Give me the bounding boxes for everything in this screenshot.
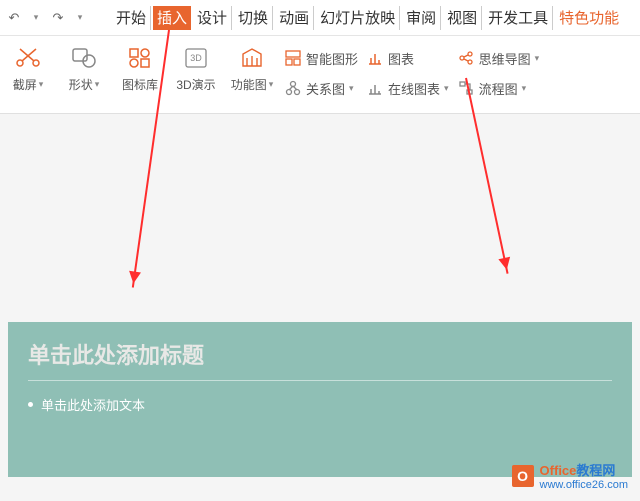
online-chart-button[interactable]: 在线图表 ▾ [366,76,449,100]
button-label: 图表 [388,49,414,68]
tab-design[interactable]: 设计 [193,6,232,30]
button-label: 图标库 [122,76,158,93]
shapes-button[interactable]: 形状▾ [60,44,108,93]
tab-label: 审阅 [406,7,436,28]
bullet-icon [28,402,33,407]
tab-label: 开始 [116,7,146,28]
undo-button[interactable]: ↶ [4,8,24,28]
slide-preview[interactable]: 单击此处添加标题 单击此处添加文本 [8,322,632,477]
grid-icon [124,44,156,72]
cube-3d-icon: 3D [180,44,212,72]
tab-animation[interactable]: 动画 [275,6,314,30]
tab-developer[interactable]: 开发工具 [484,6,553,30]
building-icon [236,44,268,72]
nodes-icon [284,79,302,97]
bar-chart-icon [366,49,384,67]
watermark-text: Office教程网 www.office26.com [540,460,628,491]
demo3d-button[interactable]: 3D 3D演示 [172,44,220,93]
tab-label: 切换 [238,7,268,28]
button-label: 智能图形 [306,49,358,68]
chevron-down-icon: ▾ [522,83,527,94]
watermark: O Office教程网 www.office26.com [512,460,628,491]
relation-chart-button[interactable]: 关系图 ▾ [284,76,358,100]
body-placeholder[interactable]: 单击此处添加文本 [28,395,612,414]
tab-view[interactable]: 视图 [443,6,482,30]
hierarchy-icon [284,49,302,67]
bar-chart-icon [366,79,384,97]
button-label: 在线图表 [388,79,440,98]
tab-review[interactable]: 审阅 [402,6,441,30]
button-label: 截屏 [13,76,37,93]
button-label: 流程图 [479,79,518,98]
chevron-down-icon: ▾ [39,79,44,90]
tab-label: 动画 [279,7,309,28]
tab-special[interactable]: 特色功能 [555,6,623,30]
undo-dropdown[interactable]: ▾ [26,8,46,28]
button-label: 形状 [69,76,93,93]
tab-label: 视图 [447,7,477,28]
button-label: 功能图 [231,76,267,93]
slide-workspace: 单击此处添加标题 单击此处添加文本 [0,114,640,501]
tab-slideshow[interactable]: 幻灯片放映 [316,6,400,30]
shapes-icon [68,44,100,72]
body-text: 单击此处添加文本 [41,395,145,414]
button-label: 关系图 [306,79,345,98]
tab-label: 幻灯片放映 [320,7,395,28]
title-placeholder[interactable]: 单击此处添加标题 [28,338,612,381]
mind-map-button[interactable]: 思维导图 ▾ [457,46,540,70]
svg-text:3D: 3D [190,53,202,63]
screenshot-button[interactable]: 截屏▾ [4,44,52,93]
tab-label: 开发工具 [488,7,548,28]
chevron-down-icon: ▾ [95,79,100,90]
icon-library-button[interactable]: 图标库 [116,44,164,93]
chevron-down-icon: ▾ [269,79,274,90]
tab-start[interactable]: 开始 [112,6,151,30]
scissors-icon [12,44,44,72]
button-label: 思维导图 [479,49,531,68]
tab-insert[interactable]: 插入 [153,6,191,30]
tab-label: 插入 [157,7,187,28]
ribbon: 截屏▾ 形状▾ 图标库 3D 3D演示 [0,36,640,114]
office-logo-icon: O [512,465,534,487]
redo-dropdown[interactable]: ▾ [70,8,90,28]
redo-button[interactable]: ↷ [48,8,68,28]
chevron-down-icon: ▾ [535,53,540,64]
chart-button[interactable]: 图表 [366,46,449,70]
tab-bar: ↶ ▾ ↷ ▾ 开始 插入 设计 切换 动画 幻灯片放映 审阅 视图 开发工具 … [0,0,640,36]
share-icon [457,49,475,67]
chevron-down-icon: ▾ [349,83,354,94]
tab-transition[interactable]: 切换 [234,6,273,30]
tab-label: 设计 [197,7,227,28]
tab-label: 特色功能 [559,7,619,28]
smart-shape-button[interactable]: 智能图形 [284,46,358,70]
chevron-down-icon: ▾ [444,83,449,94]
function-chart-button[interactable]: 功能图▾ [228,44,276,93]
button-label: 3D演示 [176,76,215,93]
quick-access-toolbar: ↶ ▾ ↷ ▾ [4,8,90,28]
